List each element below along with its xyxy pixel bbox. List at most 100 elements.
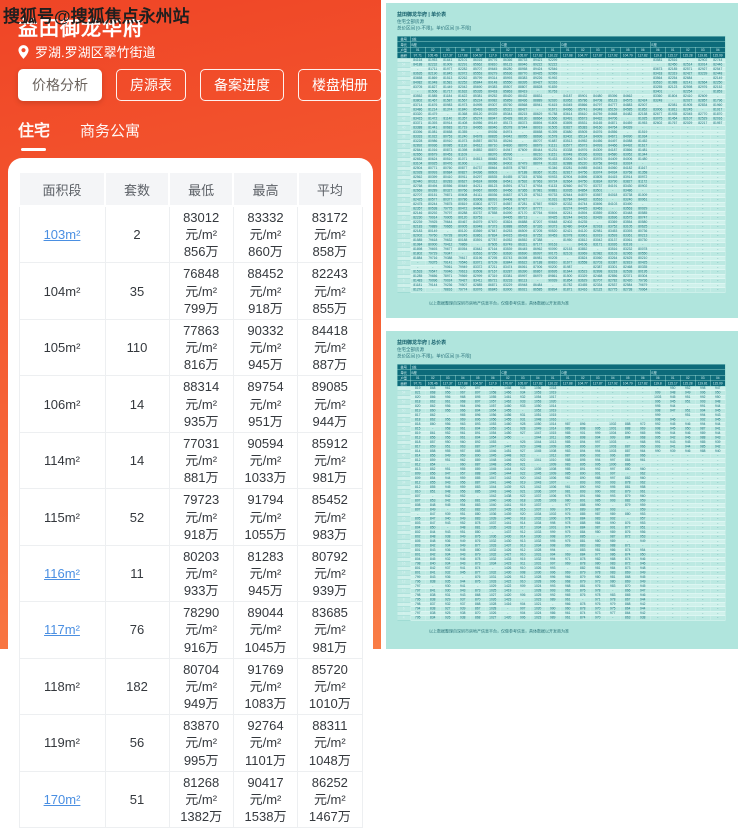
sheet-title: 益田御龙华府 | 总价表 (397, 340, 447, 346)
price-cell: 1027 (485, 615, 501, 621)
price-cell: 79964 (635, 287, 651, 293)
price-cell: 82775 (605, 287, 621, 293)
total-price: 1048万 (308, 752, 351, 768)
category-bar: 住宅 商务公寓 (18, 117, 140, 151)
price-cell: 1023 (530, 615, 546, 621)
unit-price-sheet: 益田御龙华府 | 单价表 住宅全部房源 总价区间 [0-不限]，单价区间 [0-不限… (386, 3, 738, 318)
floor-row: 4 81276-78816 79774 83076 86845 83000 86021 865… (397, 287, 726, 293)
price-cell: 834 (425, 615, 441, 621)
avg-price: 85720元/m² 1010万 (297, 657, 363, 716)
avg-price: 83685元/m² 981万 (297, 601, 363, 659)
location-pin-icon (18, 44, 29, 59)
tab[interactable]: 楼盘相册 (298, 69, 382, 101)
column-header: 最低 (167, 171, 235, 207)
category-tab[interactable]: 住宅 (18, 117, 50, 151)
total-price: 1467万 (308, 809, 351, 824)
price-per-sqm: 91794元/m² (247, 492, 284, 525)
sheet-footer: 以上数据整理自深圳市房地产信息平台，仅做参考信息，具体数据以开发商为准 (429, 301, 569, 306)
category-tab[interactable]: 商务公寓 (80, 120, 140, 141)
total-price: 1538万 (244, 809, 287, 824)
max-price: 90417元/m² 1538万 (232, 770, 299, 828)
unit-count: 51 (104, 770, 170, 828)
area-label: 104m² (43, 283, 81, 299)
price-cell: - (680, 287, 696, 293)
price-cell: 1420 (500, 615, 516, 621)
max-price: 90594元/m² 1033万 (232, 431, 299, 490)
price-cell: 86021 (515, 287, 531, 293)
area-link[interactable]: 117m² (44, 622, 80, 637)
watermark: 搜狐号@搜狐焦点永州站 (3, 7, 190, 26)
sheet-filter: 总价区间 [0-不限]，单价区间 [0-不限] (397, 353, 472, 359)
unit-count: 110 (104, 318, 170, 377)
total-price: 881万 (183, 470, 219, 486)
price-cell: - (710, 287, 726, 293)
area-cell: 170m² (18, 770, 106, 828)
price-per-sqm: 76848元/m² (183, 266, 220, 299)
table-row: 106m² 14 88314元/m² 935万 89754元/m² 951万 89085元/… (18, 375, 363, 433)
area-label: 114m² (44, 453, 80, 469)
price-per-sqm: 90332元/m² (247, 322, 284, 356)
min-price: 79723元/m² 918万 (168, 488, 234, 546)
price-cell: 82738 (620, 287, 636, 293)
area-link[interactable]: 170m² (44, 792, 81, 807)
price-per-sqm: 83172元/m² (311, 210, 348, 243)
total-price: 1010万 (308, 696, 351, 712)
floor-cell: 4 (397, 615, 411, 621)
price-analysis-card: 面积段 套数 最低 最高 平均 103m² 2 83012元/m² 856万 83332元/m²… (8, 158, 373, 828)
price-cell: 970 (590, 615, 606, 621)
min-price: 83870元/m² 995万 (168, 714, 234, 772)
unit-count: 76 (104, 601, 170, 659)
max-price: 89754元/m² 951万 (232, 375, 299, 433)
total-price: 981万 (312, 639, 348, 655)
price-per-sqm: 77863元/m² (183, 322, 220, 356)
max-price: 90332元/m² 945万 (232, 318, 299, 377)
min-price: 77031元/m² 881万 (168, 431, 234, 490)
table-row: 119m² 56 83870元/m² 995万 92764元/m² 1101万 88311元… (18, 714, 363, 772)
area-label: 119m² (44, 735, 80, 751)
table-row: 114m² 14 77031元/m² 881万 90594元/m² 1033万 85912元… (18, 431, 363, 490)
avg-price: 85912元/m² 981万 (297, 431, 363, 490)
total-price: 945万 (248, 357, 283, 373)
price-per-sqm: 82243元/m² (311, 266, 348, 299)
total-price: 949万 (183, 696, 219, 712)
total-price: 918万 (183, 526, 219, 542)
max-price: 91769元/m² 1083万 (232, 657, 299, 716)
area-link[interactable]: 116m² (44, 566, 80, 581)
price-cell: 874 (575, 615, 591, 621)
avg-price: 88311元/m² 1048万 (297, 714, 363, 772)
unit-count: 14 (104, 375, 170, 433)
area-cell: 115m² (18, 488, 106, 546)
price-per-sqm: 92764元/m² (247, 718, 284, 751)
floor-row: 4 795 834 926 938 868 1027 1420 906 1023 989 961 874… (397, 615, 726, 621)
column-header: 最高 (232, 171, 299, 207)
total-price: 816万 (183, 357, 219, 373)
tab[interactable]: 价格分析 (18, 69, 102, 101)
unit-count: 56 (104, 714, 170, 772)
area-link[interactable]: 103m² (44, 227, 81, 242)
price-per-sqm: 83332元/m² (247, 210, 284, 243)
price-cell: 83076 (470, 287, 486, 293)
min-price: 81268元/m² 1382万 (168, 770, 234, 828)
avg-price: 83172元/m² 858万 (297, 205, 363, 264)
price-per-sqm: 86252元/m² (311, 774, 348, 807)
total-price: 939万 (312, 583, 348, 599)
location-row: 罗湖.罗湖区翠竹街道 (18, 42, 156, 61)
total-price: 860万 (248, 244, 283, 260)
price-cell: 989 (545, 615, 561, 621)
total-price: 916万 (183, 639, 219, 655)
total-price: 944万 (312, 413, 348, 429)
table-row: 105m² 110 77863元/m² 816万 90332元/m² 945万 84418元… (18, 318, 363, 377)
price-per-sqm: 80704元/m² (183, 661, 220, 694)
total-price-sheet-content: 益田御龙华府 | 总价表 住宅全部房源 总价区间 [0-不限]，单价区间 [0-不限… (386, 331, 738, 634)
area-label: 115m² (44, 509, 80, 525)
price-cell: 79774 (455, 287, 471, 293)
price-cell: 78816 (440, 287, 456, 293)
price-grid: 栋号 1栋 单元 B座 C座 D座 E座 户型 01 02 03 04 05 06 02 03 04 01 01 02… (397, 364, 726, 621)
column-header: 套数 (104, 171, 170, 207)
tab[interactable]: 备案进度 (200, 69, 284, 101)
total-price: 951万 (248, 413, 283, 429)
price-per-sqm: 79723元/m² (183, 492, 220, 525)
price-per-sqm: 78290元/m² (183, 605, 220, 638)
tab[interactable]: 房源表 (116, 69, 186, 101)
table-row: 103m² 2 83012元/m² 856万 83332元/m² 860万 83172元/m… (18, 205, 363, 264)
